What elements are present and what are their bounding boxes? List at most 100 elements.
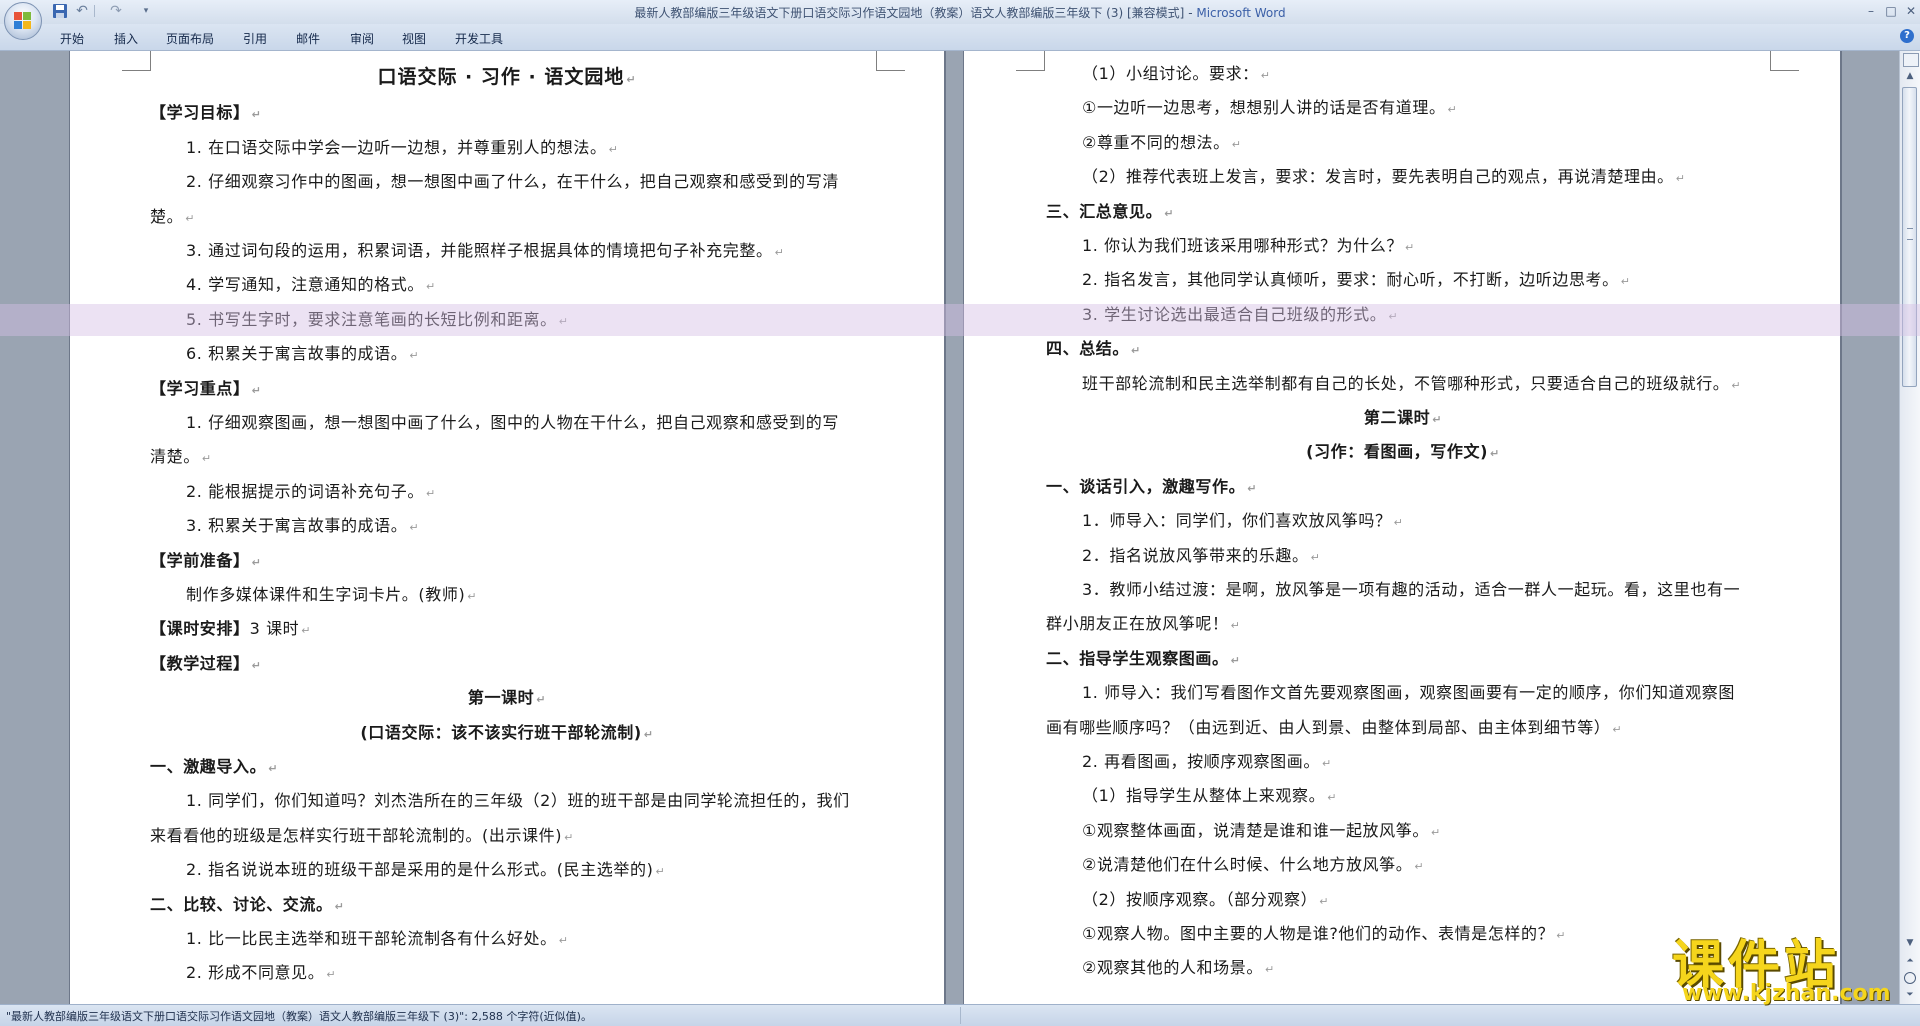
document-name: 最新人教部编版三年级语文下册口语交际习作语文园地（教案）语文人教部编版三年级下 …	[634, 6, 1185, 20]
line-text: 【课时安排】	[150, 619, 250, 639]
text-line: 一、谈话引入，激趣写作。 ↵	[1046, 477, 1840, 499]
line-text: ②说清楚他们在什么时候、什么地方放风筝。	[1082, 855, 1413, 875]
line-text: 2. 指名说说本班的班级干部是采用的是什么形式。(民主选举的)	[186, 860, 654, 880]
line-text: 1．师导入：同学们，你们喜欢放风筝吗？	[1082, 511, 1392, 531]
paragraph-mark: ↵	[558, 314, 569, 328]
text-line: 群小朋友正在放风筝呢！ ↵	[1046, 614, 1840, 636]
minimize-icon[interactable]: –	[1862, 3, 1880, 19]
paragraph-mark: ↵	[1321, 757, 1332, 770]
tab-references[interactable]: 引用	[243, 30, 267, 47]
paragraph-mark: ↵	[1430, 825, 1441, 839]
line-text: ②尊重不同的想法。	[1082, 132, 1230, 152]
title-bar: ↶ ↷ ▾ 最新人教部编版三年级语文下册口语交际习作语文园地（教案）语文人教部编…	[0, 0, 1920, 40]
tab-developer[interactable]: 开发工具	[455, 30, 503, 47]
paragraph-mark: ↵	[1620, 275, 1631, 289]
line-text: 4. 学写通知，注意通知的格式。	[186, 275, 424, 295]
paragraph-mark: ↵	[251, 383, 262, 397]
line-text: 二、指导学生观察图画。	[1046, 648, 1229, 668]
tab-home[interactable]: 开始	[60, 30, 84, 47]
text-line: 【学习重点】 ↵	[150, 379, 944, 401]
paragraph-mark: ↵	[251, 658, 262, 672]
next-page-icon[interactable]: ⏷	[1903, 988, 1917, 1002]
line-text: 1. 师导入：我们写看图作文首先要观察图画，观察图画要有一定的顺序，你们知道观察…	[1082, 683, 1735, 703]
tab-view[interactable]: 视图	[402, 30, 426, 47]
line-text: 3. 积累关于寓言故事的成语。	[186, 516, 408, 536]
text-line: 2. 仔细观察习作中的图画，想一想图中画了什么，在干什么，把自己观察和感受到的写…	[186, 172, 944, 192]
margin-corner-mark	[876, 51, 905, 71]
paragraph-mark: ↵	[1414, 860, 1425, 874]
status-text: "最新人教部编版三年级语文下册口语交际习作语文园地（教案）语文人教部编版三年级下…	[6, 1010, 592, 1023]
tab-page-layout[interactable]: 页面布局	[166, 30, 214, 47]
document-page-left[interactable]: 口语交际 · 习作 · 语文园地 ↵ 【学习目标】 ↵ 1. 在口语交际中学会一边听一边…	[70, 51, 944, 1004]
text-line: 1. 在口语交际中学会一边听一边想，并尊重别人的想法。 ↵	[186, 138, 944, 160]
paragraph-mark: ↵	[467, 590, 478, 603]
scroll-up-icon[interactable]: ▲	[1903, 69, 1917, 83]
text-line: 2. 能根据提示的词语补充句子。 ↵	[186, 482, 944, 504]
status-bar: "最新人教部编版三年级语文下册口语交际习作语文园地（教案）语文人教部编版三年级下…	[0, 1004, 1920, 1026]
line-text: 【教学过程】	[150, 653, 250, 673]
paragraph-mark: ↵	[409, 521, 420, 535]
line-text: 【学习重点】	[150, 378, 250, 398]
office-button[interactable]	[4, 2, 42, 40]
line-text: ①观察人物。图中主要的人物是谁?他们的动作、表情是怎样的？	[1082, 924, 1555, 943]
line-text: 一、激趣导入。	[150, 757, 267, 776]
scrollbar-thumb[interactable]	[1902, 87, 1917, 387]
select-browse-object-icon[interactable]	[1904, 972, 1916, 984]
text-line: (口语交际：该不该实行班干部轮流制) ↵	[150, 723, 864, 745]
text-line: 来看看他的班级是怎样实行班干部轮流制的。(出示课件) ↵	[150, 826, 944, 848]
text-line: 二、比较、讨论、交流。 ↵	[150, 895, 944, 917]
text-line: 4. 学写通知，注意通知的格式。 ↵	[186, 275, 944, 297]
text-line: ①观察人物。图中主要的人物是谁?他们的动作、表情是怎样的？ ↵	[1082, 924, 1840, 946]
paragraph-mark: ↵	[425, 280, 436, 294]
paragraph-mark: ↵	[1319, 894, 1330, 908]
line-text: 1. 同学们，你们知道吗？刘杰浩所在的三年级（2）班的班干部是由同学轮流担任的，…	[186, 791, 850, 811]
line-text: 第二课时	[1363, 408, 1431, 427]
paragraph-mark: ↵	[643, 727, 654, 741]
line-text: 班干部轮流制和民主选举制都有自己的长处，不管哪种形式，只要适合自己的班级就行。	[1082, 373, 1730, 393]
line-text: ②观察其他的人和场景。	[1082, 958, 1263, 978]
document-page-right[interactable]: （1）小组讨论。要求： ↵ ①一边听一边思考，想想别人讲的话是否有道理。 ↵ ②尊重不同…	[964, 51, 1840, 1004]
line-text: 3．教师小结过渡：是啊，放风筝是一项有趣的活动，适合一群人一起玩。看，这里也有一	[1082, 580, 1741, 599]
maximize-icon[interactable]: □	[1882, 3, 1900, 19]
text-line: （2）推荐代表班上发言，要求：发言时，要先表明自己的观点，再说清楚理由。 ↵	[1082, 167, 1840, 189]
margin-corner-mark	[122, 51, 151, 71]
line-text: 四、总结。	[1046, 339, 1130, 359]
text-line: 【学前准备】 ↵	[150, 551, 944, 573]
paragraph-mark: ↵	[1327, 791, 1338, 805]
paragraph-mark: ↵	[251, 555, 262, 569]
text-line: ②说清楚他们在什么时候、什么地方放风筝。 ↵	[1082, 855, 1840, 877]
paragraph-mark: ↵	[1164, 206, 1175, 220]
paragraph-mark: ↵	[201, 452, 212, 466]
paragraph-mark: ↵	[185, 211, 196, 225]
line-text: 2. 仔细观察习作中的图画，想一想图中画了什么，在干什么，把自己观察和感受到的写…	[186, 172, 839, 192]
previous-page-icon[interactable]: ⏶	[1903, 954, 1917, 968]
scroll-down-icon[interactable]: ▼	[1903, 936, 1917, 950]
text-line: 四、总结。 ↵	[1046, 339, 1840, 361]
paragraph-mark: ↵	[301, 624, 312, 638]
paragraph-mark: ↵	[1731, 378, 1742, 392]
paragraph-mark: ↵	[608, 142, 619, 156]
line-text: （1）小组讨论。要求：	[1082, 64, 1259, 83]
paragraph-mark: ↵	[1231, 137, 1242, 151]
help-icon[interactable]: ?	[1900, 29, 1914, 43]
text-line: 清楚。 ↵	[150, 447, 944, 469]
text-line: 2. 形成不同意见。 ↵	[186, 963, 944, 985]
paragraph-mark: ↵	[1675, 172, 1686, 186]
close-icon[interactable]: ✕	[1902, 3, 1920, 19]
tab-insert[interactable]: 插入	[114, 30, 138, 47]
paragraph-mark: ↵	[1556, 929, 1567, 942]
tab-review[interactable]: 审阅	[350, 30, 374, 47]
text-line: 口语交际 · 习作 · 语文园地 ↵	[150, 67, 864, 90]
view-ruler-icon[interactable]	[1903, 53, 1919, 67]
line-text: 3. 学生讨论选出最适合自己班级的形式。	[1082, 304, 1387, 324]
line-text: （2）按顺序观察。（部分观察）	[1082, 889, 1318, 909]
vertical-scrollbar[interactable]: ▲ ▼ ⏶ ⏷	[1899, 51, 1920, 1004]
paragraph-mark: ↵	[251, 108, 262, 122]
text-line: ②尊重不同的想法。 ↵	[1082, 133, 1840, 155]
line-text: （2）推荐代表班上发言，要求：发言时，要先表明自己的观点，再说清楚理由。	[1082, 167, 1674, 187]
paragraph-mark: ↵	[626, 73, 637, 86]
paragraph-mark: ↵	[326, 968, 337, 982]
line-text: 1. 仔细观察图画，想一想图中画了什么，图中的人物在干什么，把自己观察和感受到的…	[186, 413, 839, 432]
tab-mailings[interactable]: 邮件	[296, 30, 320, 47]
paragraph-mark: ↵	[564, 830, 574, 844]
